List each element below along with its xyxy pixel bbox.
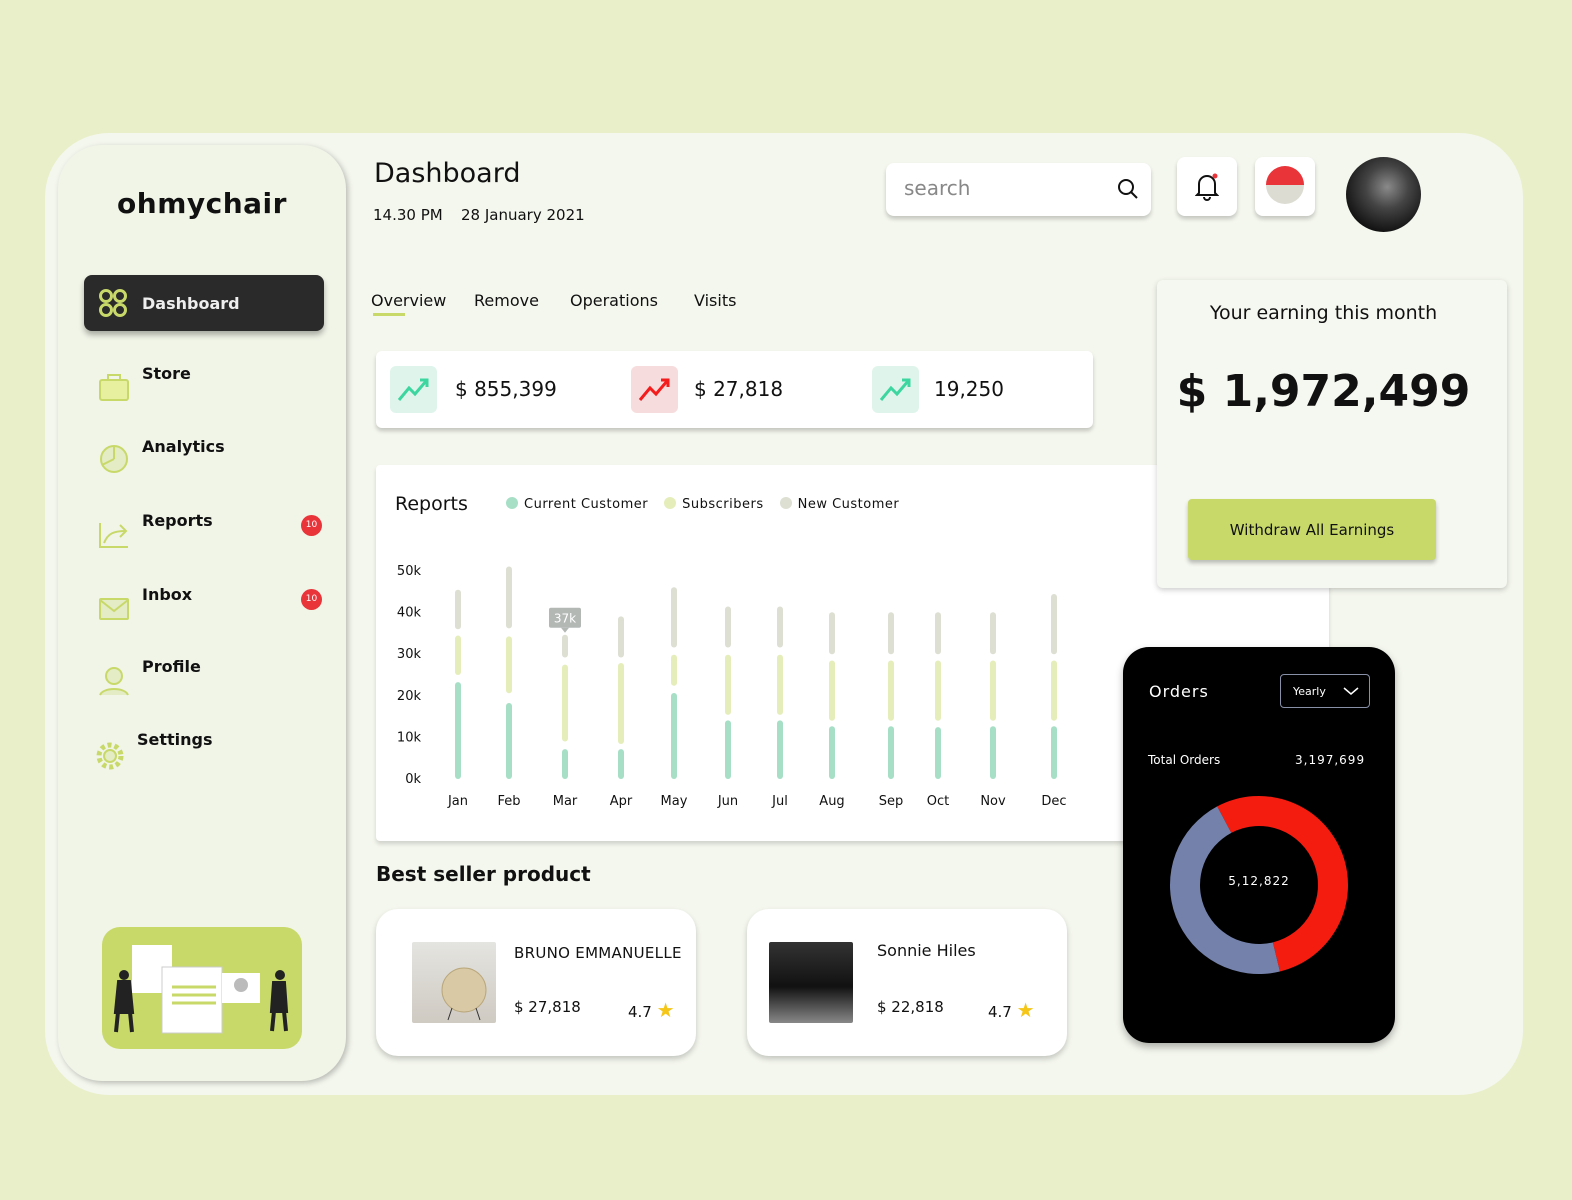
x-tick-label: Dec (1041, 794, 1066, 809)
stats-card: $ 855,399 $ 27,818 19,250 (376, 351, 1093, 428)
search-placeholder: search (904, 176, 971, 200)
rating-value: 4.7 (628, 1003, 652, 1021)
section-title: Best seller product (376, 862, 591, 886)
sidebar-item-label: Dashboard (142, 293, 240, 313)
sidebar-item-profile[interactable]: Profile (84, 643, 324, 699)
star-icon: ★ (656, 998, 675, 1022)
sidebar-item-analytics[interactable]: Analytics (84, 423, 324, 479)
earnings-label: Your earning this month (1209, 302, 1438, 324)
trend-up-icon (872, 366, 919, 413)
product-name: BRUNO EMMANUELLE (514, 944, 682, 962)
star-icon: ★ (1016, 998, 1035, 1022)
notification-badge: 10 (301, 588, 322, 610)
sidebar-item-label: Settings (137, 730, 213, 749)
sidebar-item-dashboard[interactable]: Dashboard (84, 275, 324, 331)
orders-title: Orders (1149, 682, 1209, 701)
y-tick-label: 50k (397, 564, 422, 579)
current-date: 28 January 2021 (461, 206, 585, 224)
stat-value: $ 27,818 (694, 377, 784, 401)
period-dropdown[interactable]: Yearly (1280, 674, 1370, 708)
x-tick-label: Apr (610, 794, 633, 809)
x-tick-label: Jul (771, 794, 788, 809)
sidebar-item-label: Inbox (142, 585, 193, 604)
chevron-down-icon (1343, 687, 1359, 695)
product-price: $ 27,818 (514, 998, 581, 1016)
x-tick-label: May (661, 794, 688, 809)
sidebar-item-label: Analytics (142, 437, 225, 456)
x-tick-label: Oct (927, 794, 949, 809)
bag-icon (99, 374, 129, 401)
page-title: Dashboard (374, 158, 521, 189)
x-tick-label: Mar (553, 794, 578, 809)
x-tick-label: Nov (980, 794, 1006, 809)
sidebar-item-reports[interactable]: Reports 10 (84, 497, 324, 553)
illustration (102, 927, 302, 1049)
sidebar-item-inbox[interactable]: Inbox 10 (84, 571, 324, 627)
mail-icon (99, 598, 129, 620)
search-input[interactable]: search (886, 163, 1151, 216)
rating-value: 4.7 (988, 1003, 1012, 1021)
sidebar-item-label: Store (142, 364, 191, 383)
tab-operations[interactable]: Operations (570, 291, 658, 310)
active-tab-indicator (373, 313, 405, 316)
notifications-button[interactable] (1177, 157, 1237, 216)
total-orders-value: 3,197,699 (1295, 753, 1366, 767)
total-orders-label: Total Orders (1148, 753, 1221, 767)
x-tick-label: Feb (497, 794, 520, 809)
sidebar-item-label: Profile (142, 657, 201, 676)
pie-icon (100, 445, 128, 473)
avatar[interactable] (1346, 157, 1421, 232)
tooltip-label: 37k (554, 612, 576, 626)
withdraw-button[interactable]: Withdraw All Earnings (1188, 499, 1436, 560)
x-tick-label: Aug (819, 794, 844, 809)
search-icon (1118, 179, 1138, 199)
x-tick-label: Jun (717, 794, 738, 809)
flag-icon (1266, 166, 1304, 204)
user-icon (99, 667, 129, 696)
trend-up-icon (631, 366, 678, 413)
donut-slice[interactable] (1170, 806, 1280, 974)
product-rating: 4.7 ★ (988, 998, 1035, 1022)
y-tick-label: 40k (397, 606, 422, 621)
brand-logo: ohmychair (117, 187, 287, 220)
period-value: Yearly (1293, 685, 1326, 698)
product-image (769, 942, 853, 1023)
sidebar-item-label: Reports (142, 511, 213, 530)
tab-remove[interactable]: Remove (474, 291, 539, 310)
tooltip-pointer (561, 627, 569, 633)
product-name: Sonnie Hiles (877, 941, 976, 960)
grid-icon (99, 289, 127, 317)
bell-icon (1195, 173, 1219, 201)
sidebar-item-store[interactable]: Store (84, 350, 324, 406)
gear-icon (96, 742, 124, 770)
x-tick-label: Sep (879, 794, 904, 809)
product-card[interactable]: BRUNO EMMANUELLE $ 27,818 4.7 ★ (376, 909, 696, 1056)
tab-overview[interactable]: Overview (371, 291, 446, 310)
trend-up-icon (390, 366, 437, 413)
product-price: $ 22,818 (877, 998, 944, 1016)
language-flag-button[interactable] (1255, 157, 1315, 216)
y-tick-label: 10k (397, 730, 422, 745)
orders-card: Orders Yearly Total Orders 3,197,699 5,1… (1123, 647, 1395, 1043)
stat-value: $ 855,399 (455, 377, 557, 401)
notification-badge: 10 (301, 514, 322, 536)
y-tick-label: 20k (397, 689, 422, 704)
share-chart-icon (99, 523, 128, 548)
product-image (412, 942, 496, 1023)
sidebar: ohmychair Dashboard Store Analytics Repo… (58, 145, 346, 1081)
earnings-card: Your earning this month $ 1,972,499 With… (1157, 280, 1507, 588)
tab-visits[interactable]: Visits (694, 291, 736, 310)
y-tick-label: 30k (397, 647, 422, 662)
current-time: 14.30 PM (373, 206, 443, 224)
sidebar-item-settings[interactable]: Settings (84, 716, 324, 772)
product-card[interactable]: Sonnie Hiles $ 22,818 4.7 ★ (747, 909, 1067, 1056)
stat-value: 19,250 (934, 377, 1004, 401)
donut-center-value: 5,12,822 (1228, 874, 1290, 888)
earnings-value: $ 1,972,499 (1176, 366, 1471, 417)
product-rating: 4.7 ★ (628, 998, 675, 1022)
y-tick-label: 0k (405, 772, 421, 787)
x-tick-label: Jan (447, 794, 468, 809)
